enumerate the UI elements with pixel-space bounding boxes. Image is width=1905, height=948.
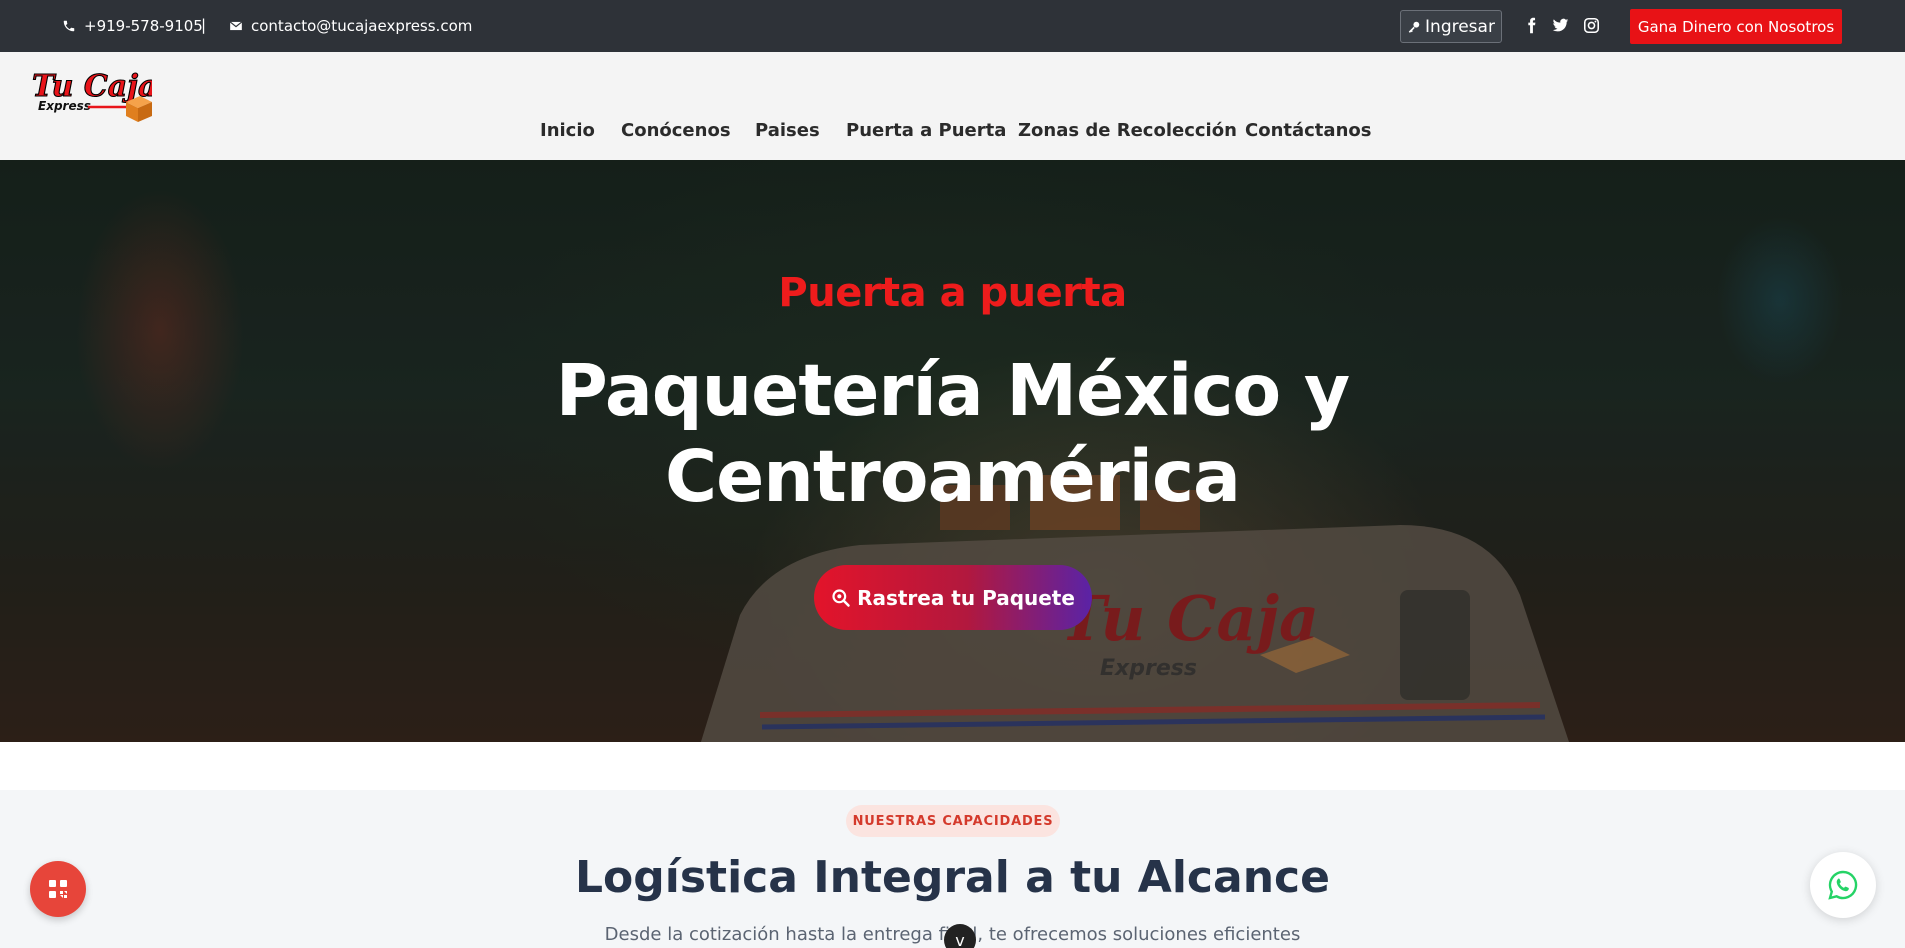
key-icon <box>1408 21 1420 33</box>
section-badge: NUESTRAS CAPACIDADES <box>846 805 1060 837</box>
nav-paises[interactable]: Paises <box>755 120 820 141</box>
topbar-separator: | <box>201 16 207 34</box>
section-title: Logística Integral a tu Alcance <box>575 852 1330 903</box>
nav-contactanos[interactable]: Contáctanos <box>1245 120 1371 141</box>
login-label: Ingresar <box>1425 16 1495 37</box>
phone-icon <box>63 20 75 32</box>
logo-subtext: Express <box>38 99 91 113</box>
nav-puerta-a-puerta[interactable]: Puerta a Puerta <box>846 120 1006 141</box>
hero-subtitle: Puerta a puerta <box>778 270 1127 316</box>
phone-contact[interactable]: +919-578-9105 <box>62 17 203 35</box>
main-navbar: Tu Caja Express Inicio Conócenos Paises … <box>0 52 1905 160</box>
phone-number: +919-578-9105 <box>84 17 203 35</box>
hero-title: Paquetería México y Centroamérica <box>0 348 1905 520</box>
twitter-icon[interactable] <box>1550 15 1570 35</box>
hero-title-line-2: Centroamérica <box>665 435 1241 518</box>
earn-money-button[interactable]: Gana Dinero con Nosotros <box>1630 9 1842 44</box>
menu-grid-icon[interactable] <box>30 861 86 917</box>
facebook-icon[interactable] <box>1521 15 1541 35</box>
envelope-icon <box>229 21 243 31</box>
search-package-icon <box>832 588 850 607</box>
nav-conocenos[interactable]: Conócenos <box>621 120 731 141</box>
topbar: +919-578-9105 | contacto@tucajaexpress.c… <box>0 0 1905 52</box>
nav-zonas-recoleccion[interactable]: Zonas de Recolección <box>1018 120 1237 141</box>
whatsapp-icon[interactable] <box>1810 852 1876 918</box>
instagram-icon[interactable] <box>1581 15 1601 35</box>
track-package-button[interactable]: Rastrea tu Paquete <box>814 565 1092 630</box>
hero-banner: Tu Caja Express Puerta a puerta Paqueter… <box>0 160 1905 742</box>
login-button[interactable]: Ingresar <box>1400 10 1502 43</box>
email-address: contacto@tucajaexpress.com <box>251 17 473 35</box>
nav-inicio[interactable]: Inicio <box>540 120 595 141</box>
email-contact[interactable]: contacto@tucajaexpress.com <box>229 17 472 35</box>
capabilities-section: NUESTRAS CAPACIDADES Logística Integral … <box>0 790 1905 948</box>
logo[interactable]: Tu Caja Express <box>30 66 152 122</box>
chevron-down-icon[interactable]: v <box>944 924 976 948</box>
track-package-label: Rastrea tu Paquete <box>857 585 1075 610</box>
hero-title-line-1: Paquetería México y <box>555 349 1350 432</box>
